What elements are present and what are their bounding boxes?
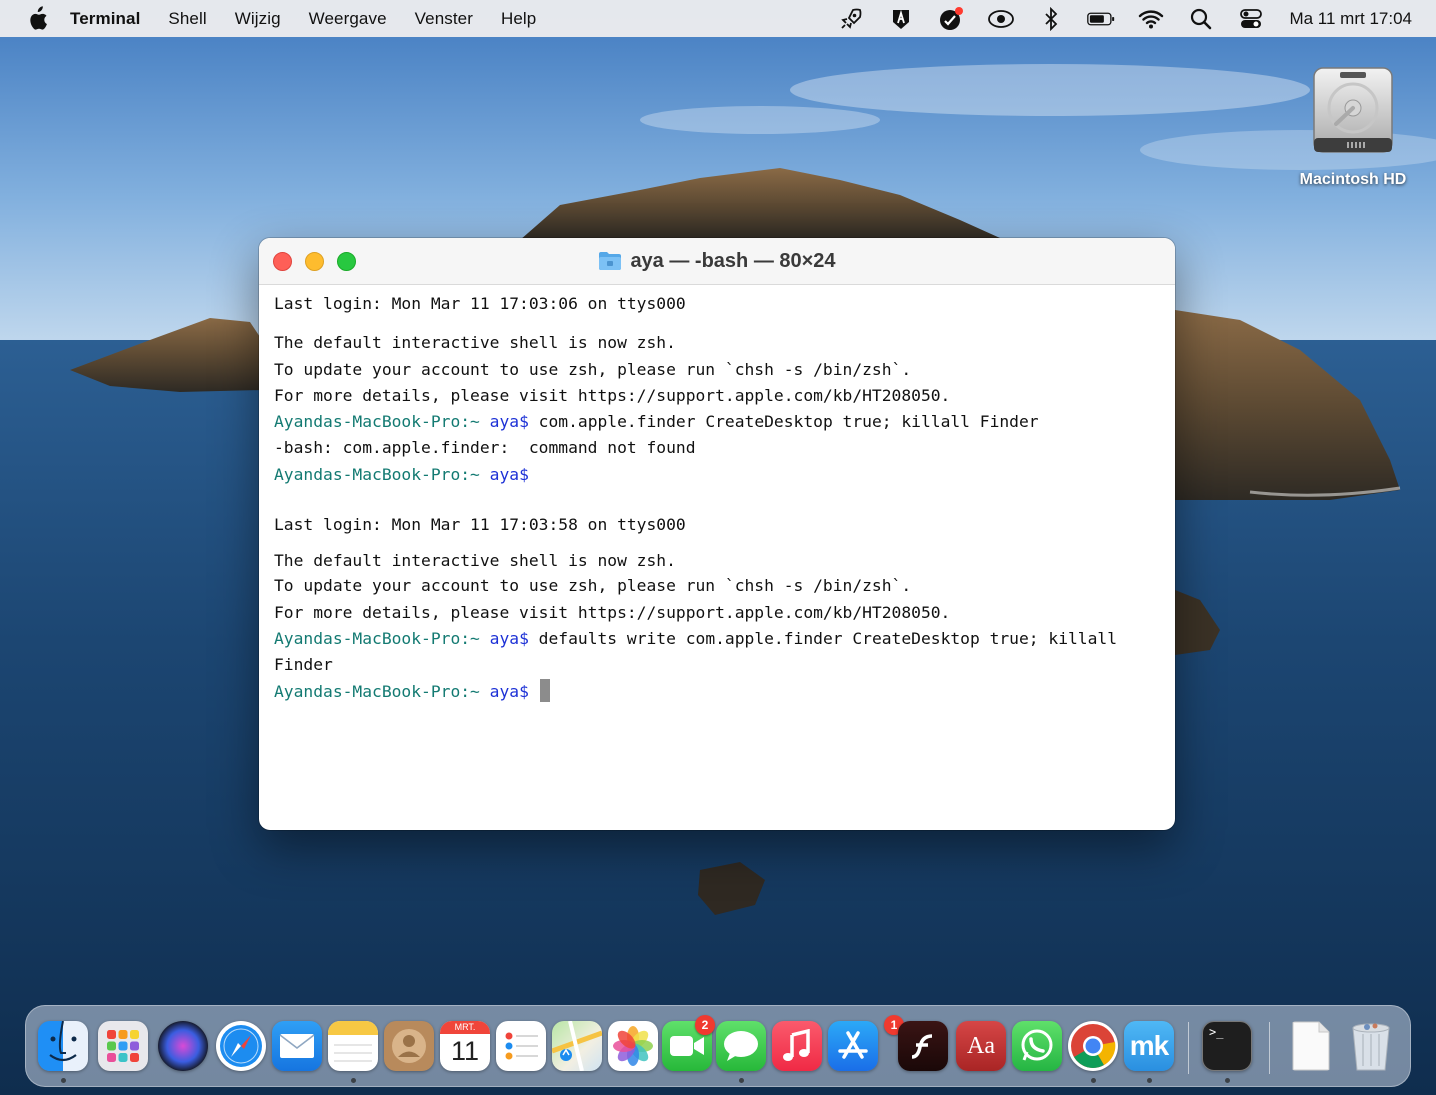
last-login-line: Last login: Mon Mar 11 17:03:58 on ttys0…	[274, 515, 686, 535]
dock-siri-icon[interactable]	[158, 1021, 208, 1071]
menu-shell[interactable]: Shell	[168, 9, 206, 29]
running-indicator	[739, 1078, 744, 1083]
prompt-host: Ayandas-MacBook-Pro:~	[274, 628, 490, 648]
command-line: Ayandas-MacBook-Pro:~ aya$	[274, 462, 1160, 488]
running-indicator	[1147, 1078, 1152, 1083]
dock-reminders-icon[interactable]	[496, 1021, 546, 1071]
dock-messages-icon[interactable]	[716, 1021, 766, 1071]
menu-clock[interactable]: Ma 11 mrt 17:04	[1289, 9, 1412, 29]
terminal-output[interactable]: Last login: Mon Mar 11 17:03:06 on ttys0…	[259, 285, 1175, 705]
error-line: -bash: com.apple.finder: command not fou…	[274, 438, 696, 458]
menu-help[interactable]: Help	[501, 9, 536, 29]
dock-safari-icon[interactable]	[216, 1021, 266, 1071]
terminal-glyph: >_	[1209, 1025, 1224, 1039]
control-center-icon[interactable]	[1237, 6, 1265, 32]
prompt-user: aya$	[489, 681, 529, 701]
dock-terminal-icon[interactable]: >_	[1202, 1021, 1252, 1071]
shell-notice-line: The default interactive shell is now zsh…	[274, 551, 676, 571]
dock-photos-icon[interactable]	[608, 1021, 658, 1071]
dock-contacts-icon[interactable]	[384, 1021, 434, 1071]
text-cursor	[539, 678, 550, 702]
shell-notice-line: The default interactive shell is now zsh…	[274, 333, 676, 353]
eye-icon[interactable]	[987, 6, 1015, 32]
running-indicator	[351, 1078, 356, 1083]
command-text: defaults write com.apple.finder CreateDe…	[528, 628, 1118, 648]
mk-glyph: mk	[1129, 1030, 1169, 1061]
dock-launchpad-icon[interactable]	[98, 1021, 148, 1071]
dock-chrome-icon[interactable]	[1068, 1021, 1118, 1071]
dock-music-icon[interactable]	[772, 1021, 822, 1071]
prompt-user: aya$	[489, 628, 529, 648]
calendar-month: MRT.	[440, 1021, 490, 1034]
shell-notice-line: For more details, please visit https://s…	[274, 602, 951, 622]
dock-notes-icon[interactable]	[328, 1021, 378, 1071]
running-indicator	[1225, 1078, 1230, 1083]
dock-mail-icon[interactable]	[272, 1021, 322, 1071]
menu-app-terminal[interactable]: Terminal	[70, 9, 140, 29]
spotlight-search-icon[interactable]	[1187, 6, 1215, 32]
prompt-host: Ayandas-MacBook-Pro:~	[274, 464, 490, 484]
dock-document-icon[interactable]	[1286, 1021, 1336, 1071]
command-text: com.apple.finder CreateDesktop true; kil…	[528, 412, 1039, 432]
bluetooth-icon[interactable]	[1037, 6, 1065, 32]
dock-separator	[1269, 1022, 1270, 1074]
prompt-user: aya$	[489, 412, 529, 432]
prompt-user: aya$	[489, 464, 529, 484]
dock-dictionary-icon[interactable]: Aa	[956, 1021, 1006, 1071]
command-line: Ayandas-MacBook-Pro:~ aya$ com.apple.fin…	[274, 409, 1160, 435]
dock-maps-icon[interactable]	[552, 1021, 602, 1071]
folder-icon	[599, 252, 622, 270]
shell-notice-line: For more details, please visit https://s…	[274, 385, 951, 405]
window-title: aya — -bash — 80×24	[630, 249, 836, 272]
running-indicator	[1091, 1078, 1096, 1083]
prompt-host: Ayandas-MacBook-Pro:~	[274, 681, 490, 701]
shell-notice-line: To update your account to use zsh, pleas…	[274, 359, 912, 379]
menu-bar: Terminal Shell Wijzig Weergave Venster H…	[0, 0, 1436, 37]
battery-icon[interactable]	[1087, 6, 1115, 32]
running-indicator	[61, 1078, 66, 1083]
command-line: Ayandas-MacBook-Pro:~ aya$ defaults writ…	[274, 626, 1160, 652]
command-wrap-line: Finder	[274, 655, 333, 675]
prompt-host: Ayandas-MacBook-Pro:~	[274, 412, 490, 432]
dock-whatsapp-icon[interactable]	[1012, 1021, 1062, 1071]
dock-calendar-icon[interactable]: MRT. 11	[440, 1021, 490, 1071]
desktop-item-label: Macintosh HD	[1299, 171, 1407, 188]
dock-mk-app-icon[interactable]: mk	[1124, 1021, 1174, 1071]
wifi-icon[interactable]	[1137, 6, 1165, 32]
menu-extras: Ma 11 mrt 17:04	[815, 0, 1412, 37]
desktop-item-macintosh-hd[interactable]: Macintosh HD	[1282, 62, 1424, 189]
menu-weergave[interactable]: Weergave	[309, 9, 387, 29]
dock: MRT. 11 2 1 Aa mk >_	[25, 1005, 1411, 1087]
active-prompt-line[interactable]: Ayandas-MacBook-Pro:~ aya$	[274, 678, 1160, 705]
rocket-icon[interactable]	[837, 6, 865, 32]
hard-drive-icon	[1313, 67, 1393, 153]
calendar-day: 11	[450, 1036, 480, 1066]
vpn-shield-icon[interactable]	[887, 6, 915, 32]
apple-menu-icon[interactable]	[26, 5, 48, 32]
window-titlebar[interactable]: aya — -bash — 80×24	[259, 238, 1175, 285]
dock-app-store-icon[interactable]	[828, 1021, 878, 1071]
dock-separator	[1188, 1022, 1189, 1074]
dock-flash-player-icon[interactable]	[898, 1021, 948, 1071]
dictionary-glyph: Aa	[967, 1032, 995, 1059]
last-login-line: Last login: Mon Mar 11 17:03:06 on ttys0…	[274, 294, 686, 313]
dock-trash-icon[interactable]	[1346, 1021, 1396, 1071]
notification-badge: 2	[695, 1015, 715, 1035]
antivirus-icon[interactable]	[937, 6, 965, 32]
shell-notice-line: To update your account to use zsh, pleas…	[274, 576, 912, 596]
dock-finder-icon[interactable]	[38, 1021, 88, 1071]
terminal-window: aya — -bash — 80×24 Last login: Mon Mar …	[259, 238, 1175, 830]
menu-venster[interactable]: Venster	[415, 9, 473, 29]
menu-wijzig[interactable]: Wijzig	[235, 9, 281, 29]
